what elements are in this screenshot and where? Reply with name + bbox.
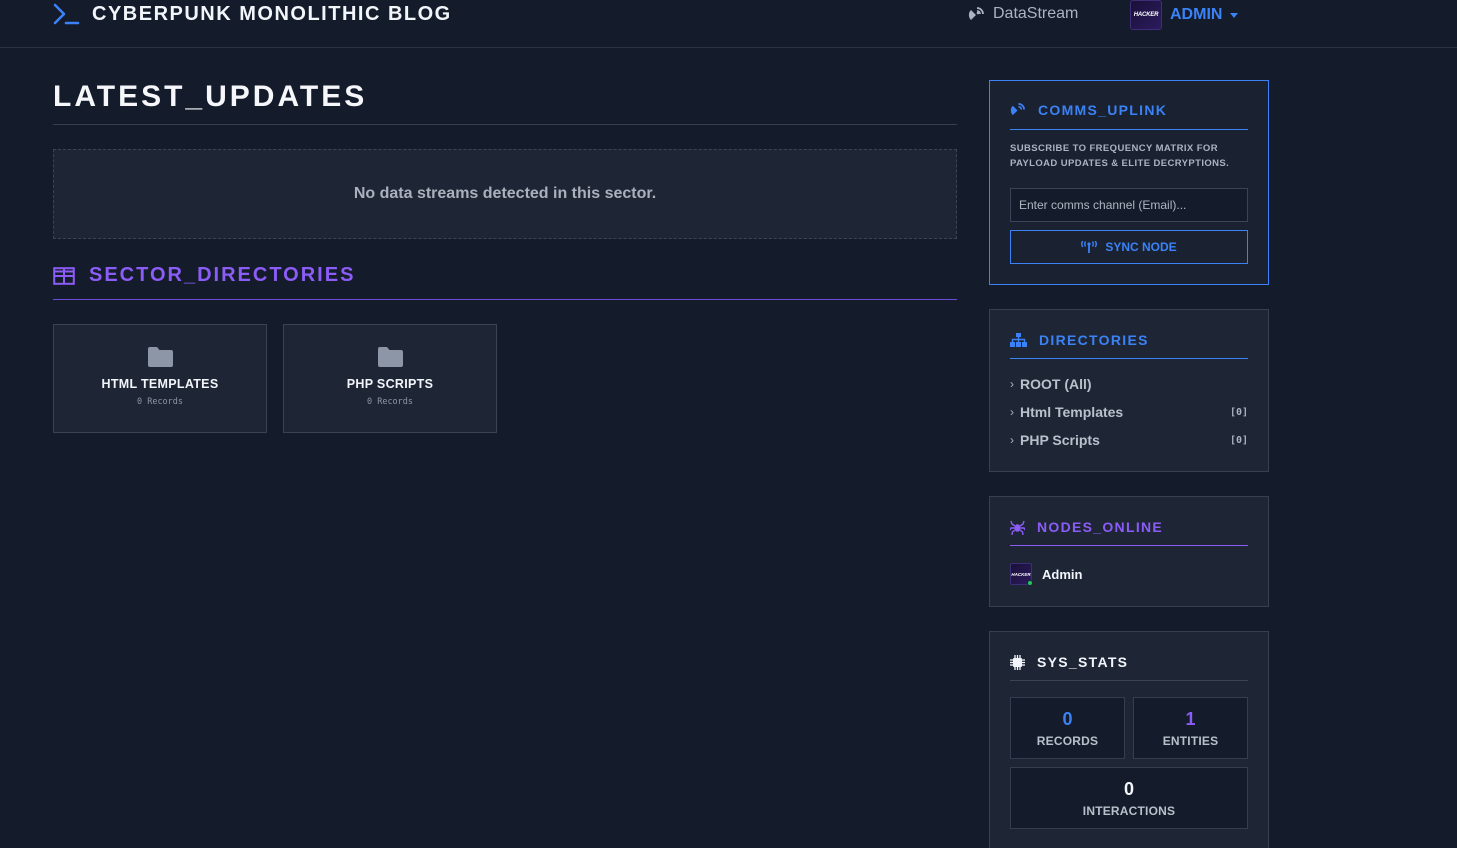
panel-title: SYS_STATS (1037, 654, 1129, 670)
chevron-right-icon: › (1010, 405, 1014, 419)
divider (1010, 358, 1248, 359)
brand[interactable]: CYBERPUNK MONOLITHIC BLOG (52, 2, 452, 26)
sitemap-icon (1010, 333, 1027, 347)
directory-item-php-scripts[interactable]: › PHP Scripts [0] (1010, 432, 1248, 448)
chevron-right-icon: › (1010, 377, 1014, 391)
category-card[interactable]: PHP SCRIPTS 0 Records (283, 324, 497, 433)
directories-panel: DIRECTORIES › ROOT (All) › Html Template… (989, 309, 1269, 472)
user-menu[interactable]: HACKER ADMIN (1130, 0, 1239, 30)
divider (1010, 545, 1248, 546)
section-title: SECTOR_DIRECTORIES (89, 264, 356, 286)
page-title: LATEST_UPDATES (53, 80, 368, 113)
panel-title: COMMS_UPLINK (1038, 102, 1168, 118)
stat-label: RECORDS (1036, 733, 1099, 748)
category-count: 0 Records (366, 397, 414, 407)
directory-item-html-templates[interactable]: › Html Templates [0] (1010, 404, 1248, 420)
avatar: HACKER (1130, 0, 1162, 30)
spider-icon (1010, 520, 1025, 535)
directory-count: [0] (1229, 434, 1248, 446)
folder-icon (377, 347, 403, 367)
terminal-prompt-icon (53, 3, 80, 25)
brand-title: CYBERPUNK MONOLITHIC BLOG (92, 2, 452, 25)
panel-heading: SYS_STATS (1010, 654, 1128, 670)
stat-interactions: 0 INTERACTIONS (1010, 767, 1248, 829)
directory-label: ROOT (All) (1020, 376, 1092, 392)
category-count: 0 Records (136, 397, 184, 407)
stat-entities: 1 ENTITIES (1133, 697, 1248, 759)
divider (1010, 680, 1248, 681)
subscribe-description: SUBSCRIBE TO FREQUENCY MATRIX FOR PAYLOA… (1010, 143, 1230, 169)
panel-heading: NODES_ONLINE (1010, 519, 1163, 535)
directory-label: PHP Scripts (1020, 432, 1100, 448)
empty-message: No data streams detected in this sector. (353, 185, 657, 202)
top-bar: CYBERPUNK MONOLITHIC BLOG DataStream HAC… (0, 0, 1457, 48)
empty-state: No data streams detected in this sector. (53, 149, 957, 239)
divider (53, 299, 957, 300)
satellite-dish-icon (968, 6, 984, 20)
online-user[interactable]: HACKER Admin (1010, 563, 1083, 586)
stat-value: 1 (1185, 708, 1196, 729)
directory-label: Html Templates (1020, 404, 1124, 420)
panel-heading: COMMS_UPLINK (1010, 102, 1167, 118)
divider (1010, 129, 1248, 130)
datastream-label: DataStream (993, 5, 1079, 22)
datastream-link[interactable]: DataStream (968, 5, 1078, 23)
section-heading: SECTOR_DIRECTORIES (53, 264, 355, 287)
grid-icon (53, 266, 75, 285)
microchip-icon (1010, 654, 1025, 670)
directory-item-root[interactable]: › ROOT (All) (1010, 376, 1248, 392)
panel-title: NODES_ONLINE (1037, 519, 1164, 535)
chevron-right-icon: › (1010, 433, 1014, 447)
divider (53, 124, 957, 125)
satellite-dish-icon (1010, 103, 1025, 116)
online-user-name: Admin (1042, 566, 1083, 582)
panel-title: DIRECTORIES (1039, 332, 1149, 348)
category-name: HTML TEMPLATES (101, 377, 219, 391)
stat-label: INTERACTIONS (1082, 803, 1176, 818)
online-status-dot (1027, 580, 1033, 586)
directory-count: [0] (1229, 406, 1248, 418)
nodes-online-panel: NODES_ONLINE HACKER Admin (989, 496, 1269, 607)
folder-icon (147, 347, 173, 367)
category-name: PHP SCRIPTS (346, 377, 434, 391)
broadcast-tower-icon (1081, 241, 1098, 253)
comms-panel: COMMS_UPLINK SUBSCRIBE TO FREQUENCY MATR… (989, 80, 1269, 285)
sync-node-label: SYNC NODE (1105, 240, 1177, 254)
sync-node-button[interactable]: SYNC NODE (1010, 230, 1248, 264)
stat-value: 0 (1123, 778, 1134, 799)
email-field[interactable] (1010, 188, 1248, 222)
panel-heading: DIRECTORIES (1010, 332, 1149, 348)
stat-label: ENTITIES (1162, 733, 1219, 748)
user-name: ADMIN (1170, 6, 1223, 23)
avatar: HACKER (1010, 563, 1033, 586)
stat-value: 0 (1062, 708, 1073, 729)
avatar-text: HACKER (1011, 571, 1031, 577)
stat-records: 0 RECORDS (1010, 697, 1125, 759)
caret-down-icon (1230, 12, 1239, 18)
sys-stats-panel: SYS_STATS 0 RECORDS 1 ENTITIES 0 INTERAC… (989, 631, 1269, 848)
category-card[interactable]: HTML TEMPLATES 0 Records (53, 324, 267, 433)
